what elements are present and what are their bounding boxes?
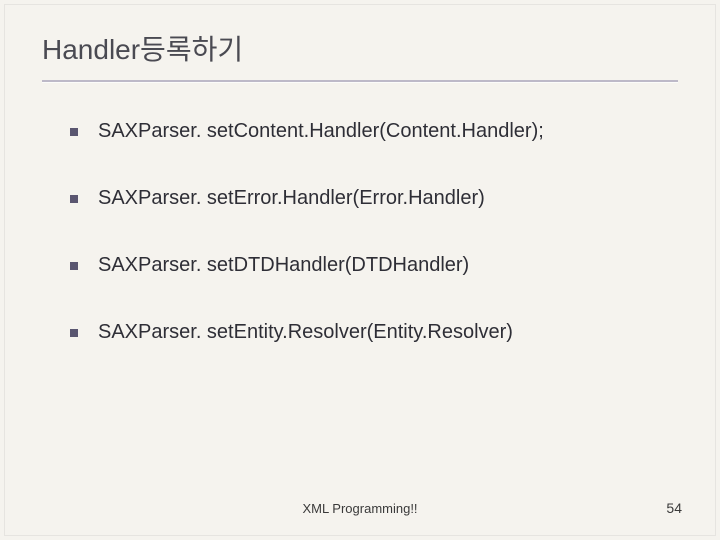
slide-border — [4, 4, 716, 536]
page-number: 54 — [666, 500, 682, 516]
footer-text: XML Programming!! — [0, 501, 720, 516]
